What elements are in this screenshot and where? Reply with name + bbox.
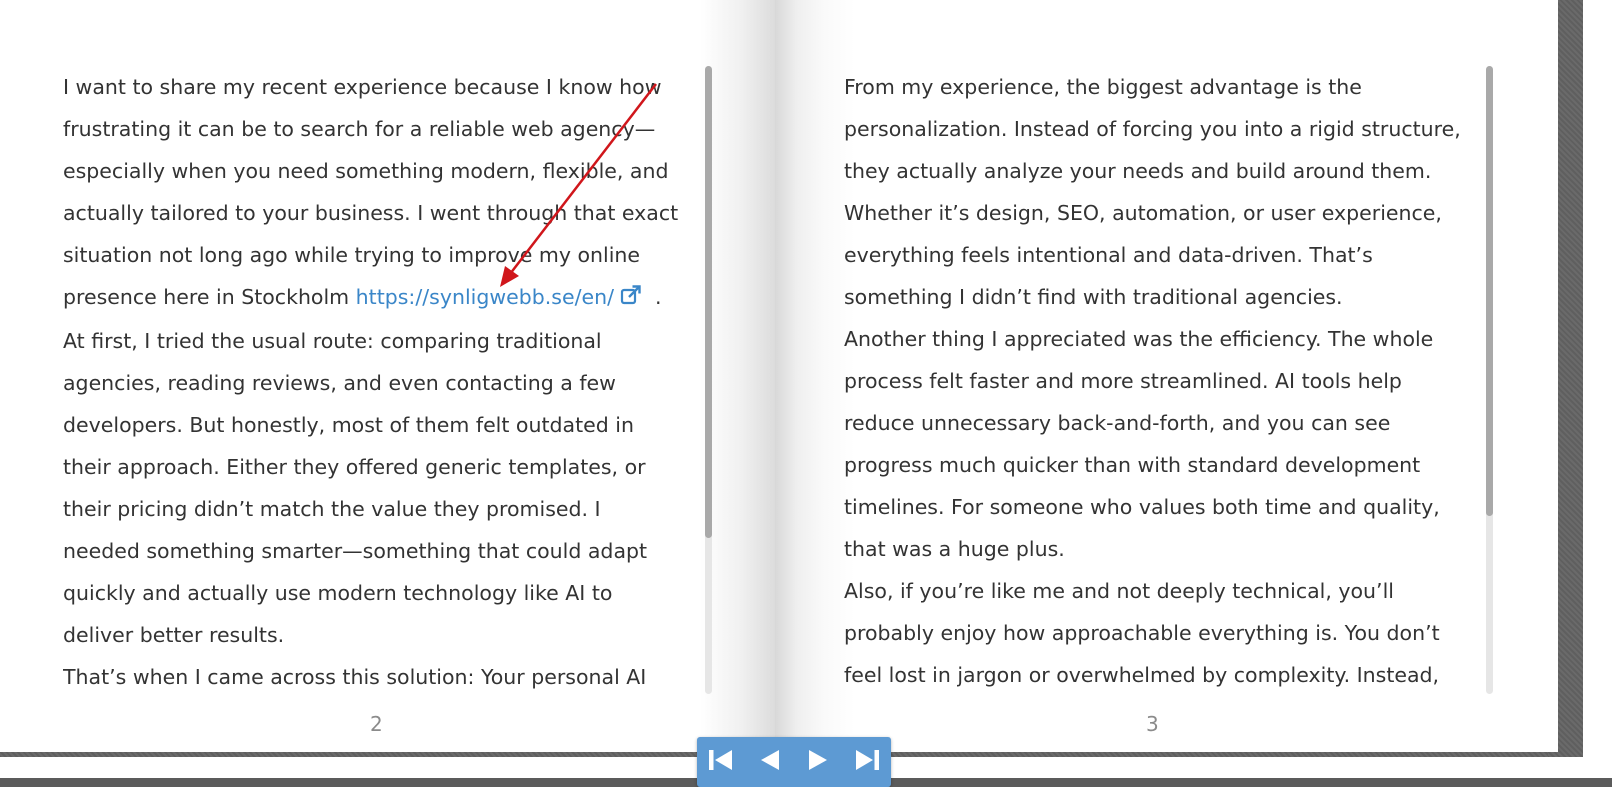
next-page-button[interactable] [798, 742, 838, 782]
right-page: From my experience, the biggest advantag… [775, 0, 1558, 752]
paragraph: That’s when I came across this solution:… [63, 665, 647, 689]
external-link-icon[interactable] [620, 278, 642, 320]
paragraph: Another thing I appreciated was the effi… [844, 327, 1440, 561]
left-page-text: I want to share my recent experience bec… [63, 66, 683, 696]
page-background-right [1583, 0, 1612, 778]
next-page-icon [803, 746, 833, 779]
page-navigation-controls [697, 737, 891, 787]
first-page-icon [706, 746, 736, 779]
paragraph: Also, if you’re like me and not deeply t… [844, 579, 1440, 687]
scroll-thumb[interactable] [705, 66, 712, 538]
previous-page-icon [755, 746, 785, 779]
left-page: I want to share my recent experience bec… [0, 0, 775, 752]
previous-page-button[interactable] [750, 742, 790, 782]
synligwebb-link[interactable]: https://synligwebb.se/en/ [356, 285, 614, 309]
paragraph: At first, I tried the usual route: compa… [63, 329, 648, 647]
page-number-right: 3 [1146, 712, 1159, 736]
right-page-scrollbar[interactable] [1486, 66, 1493, 694]
paragraph: I want to share my recent experience bec… [63, 66, 683, 320]
right-page-text: From my experience, the biggest advantag… [844, 66, 1476, 696]
left-page-scrollbar[interactable] [705, 66, 712, 694]
scroll-thumb[interactable] [1486, 66, 1493, 516]
paragraph: From my experience, the biggest advantag… [844, 75, 1461, 309]
first-page-button[interactable] [701, 742, 741, 782]
last-page-icon [852, 746, 882, 779]
last-page-button[interactable] [847, 742, 887, 782]
page-number-left: 2 [370, 712, 383, 736]
